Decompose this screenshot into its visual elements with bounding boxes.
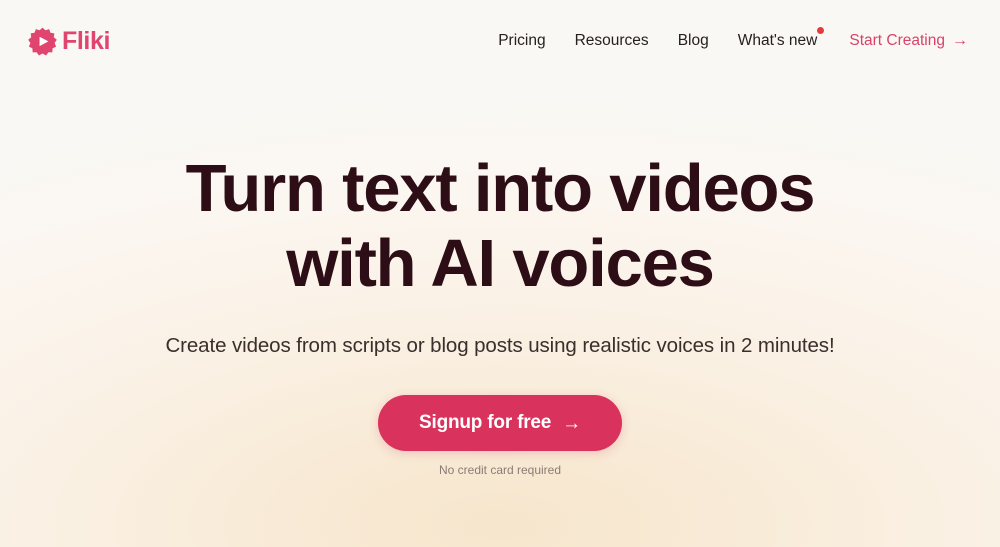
page-title: Turn text into videos with AI voices — [185, 151, 816, 302]
arrow-right-icon: → — [952, 32, 968, 49]
notification-dot-icon — [817, 27, 825, 35]
start-creating-label: Start Creating — [849, 32, 945, 50]
no-credit-card-note: No credit card required — [438, 463, 562, 478]
site-header: Fliki Pricing Resources Blog What's new … — [0, 0, 1000, 82]
signup-for-free-button[interactable]: Signup for free → — [378, 395, 622, 452]
fliki-starburst-play-icon — [28, 27, 57, 55]
hero-subtitle: Create videos from scripts or blog posts… — [165, 334, 835, 358]
page-root: Fliki Pricing Resources Blog What's new … — [0, 0, 1000, 547]
nav-label-pricing: Pricing — [498, 32, 546, 50]
nav-item-whats-new[interactable]: What's new — [737, 27, 825, 50]
brand-logo[interactable]: Fliki — [28, 27, 110, 56]
nav-label-blog: Blog — [677, 32, 709, 50]
nav-item-pricing[interactable]: Pricing — [498, 33, 545, 49]
nav-item-blog[interactable]: Blog — [678, 33, 709, 49]
nav-label-resources: Resources — [574, 32, 649, 50]
start-creating-link[interactable]: Start Creating → — [849, 33, 968, 49]
main-navigation: Pricing Resources Blog What's new Start … — [498, 27, 968, 50]
arrow-right-icon: → — [562, 412, 581, 434]
hero-section: Turn text into videos with AI voices Cre… — [0, 82, 1000, 547]
brand-name: Fliki — [62, 26, 111, 55]
signup-button-label: Signup for free — [419, 412, 552, 434]
nav-item-resources[interactable]: Resources — [575, 33, 649, 49]
nav-label-whats-new: What's new — [737, 32, 818, 50]
